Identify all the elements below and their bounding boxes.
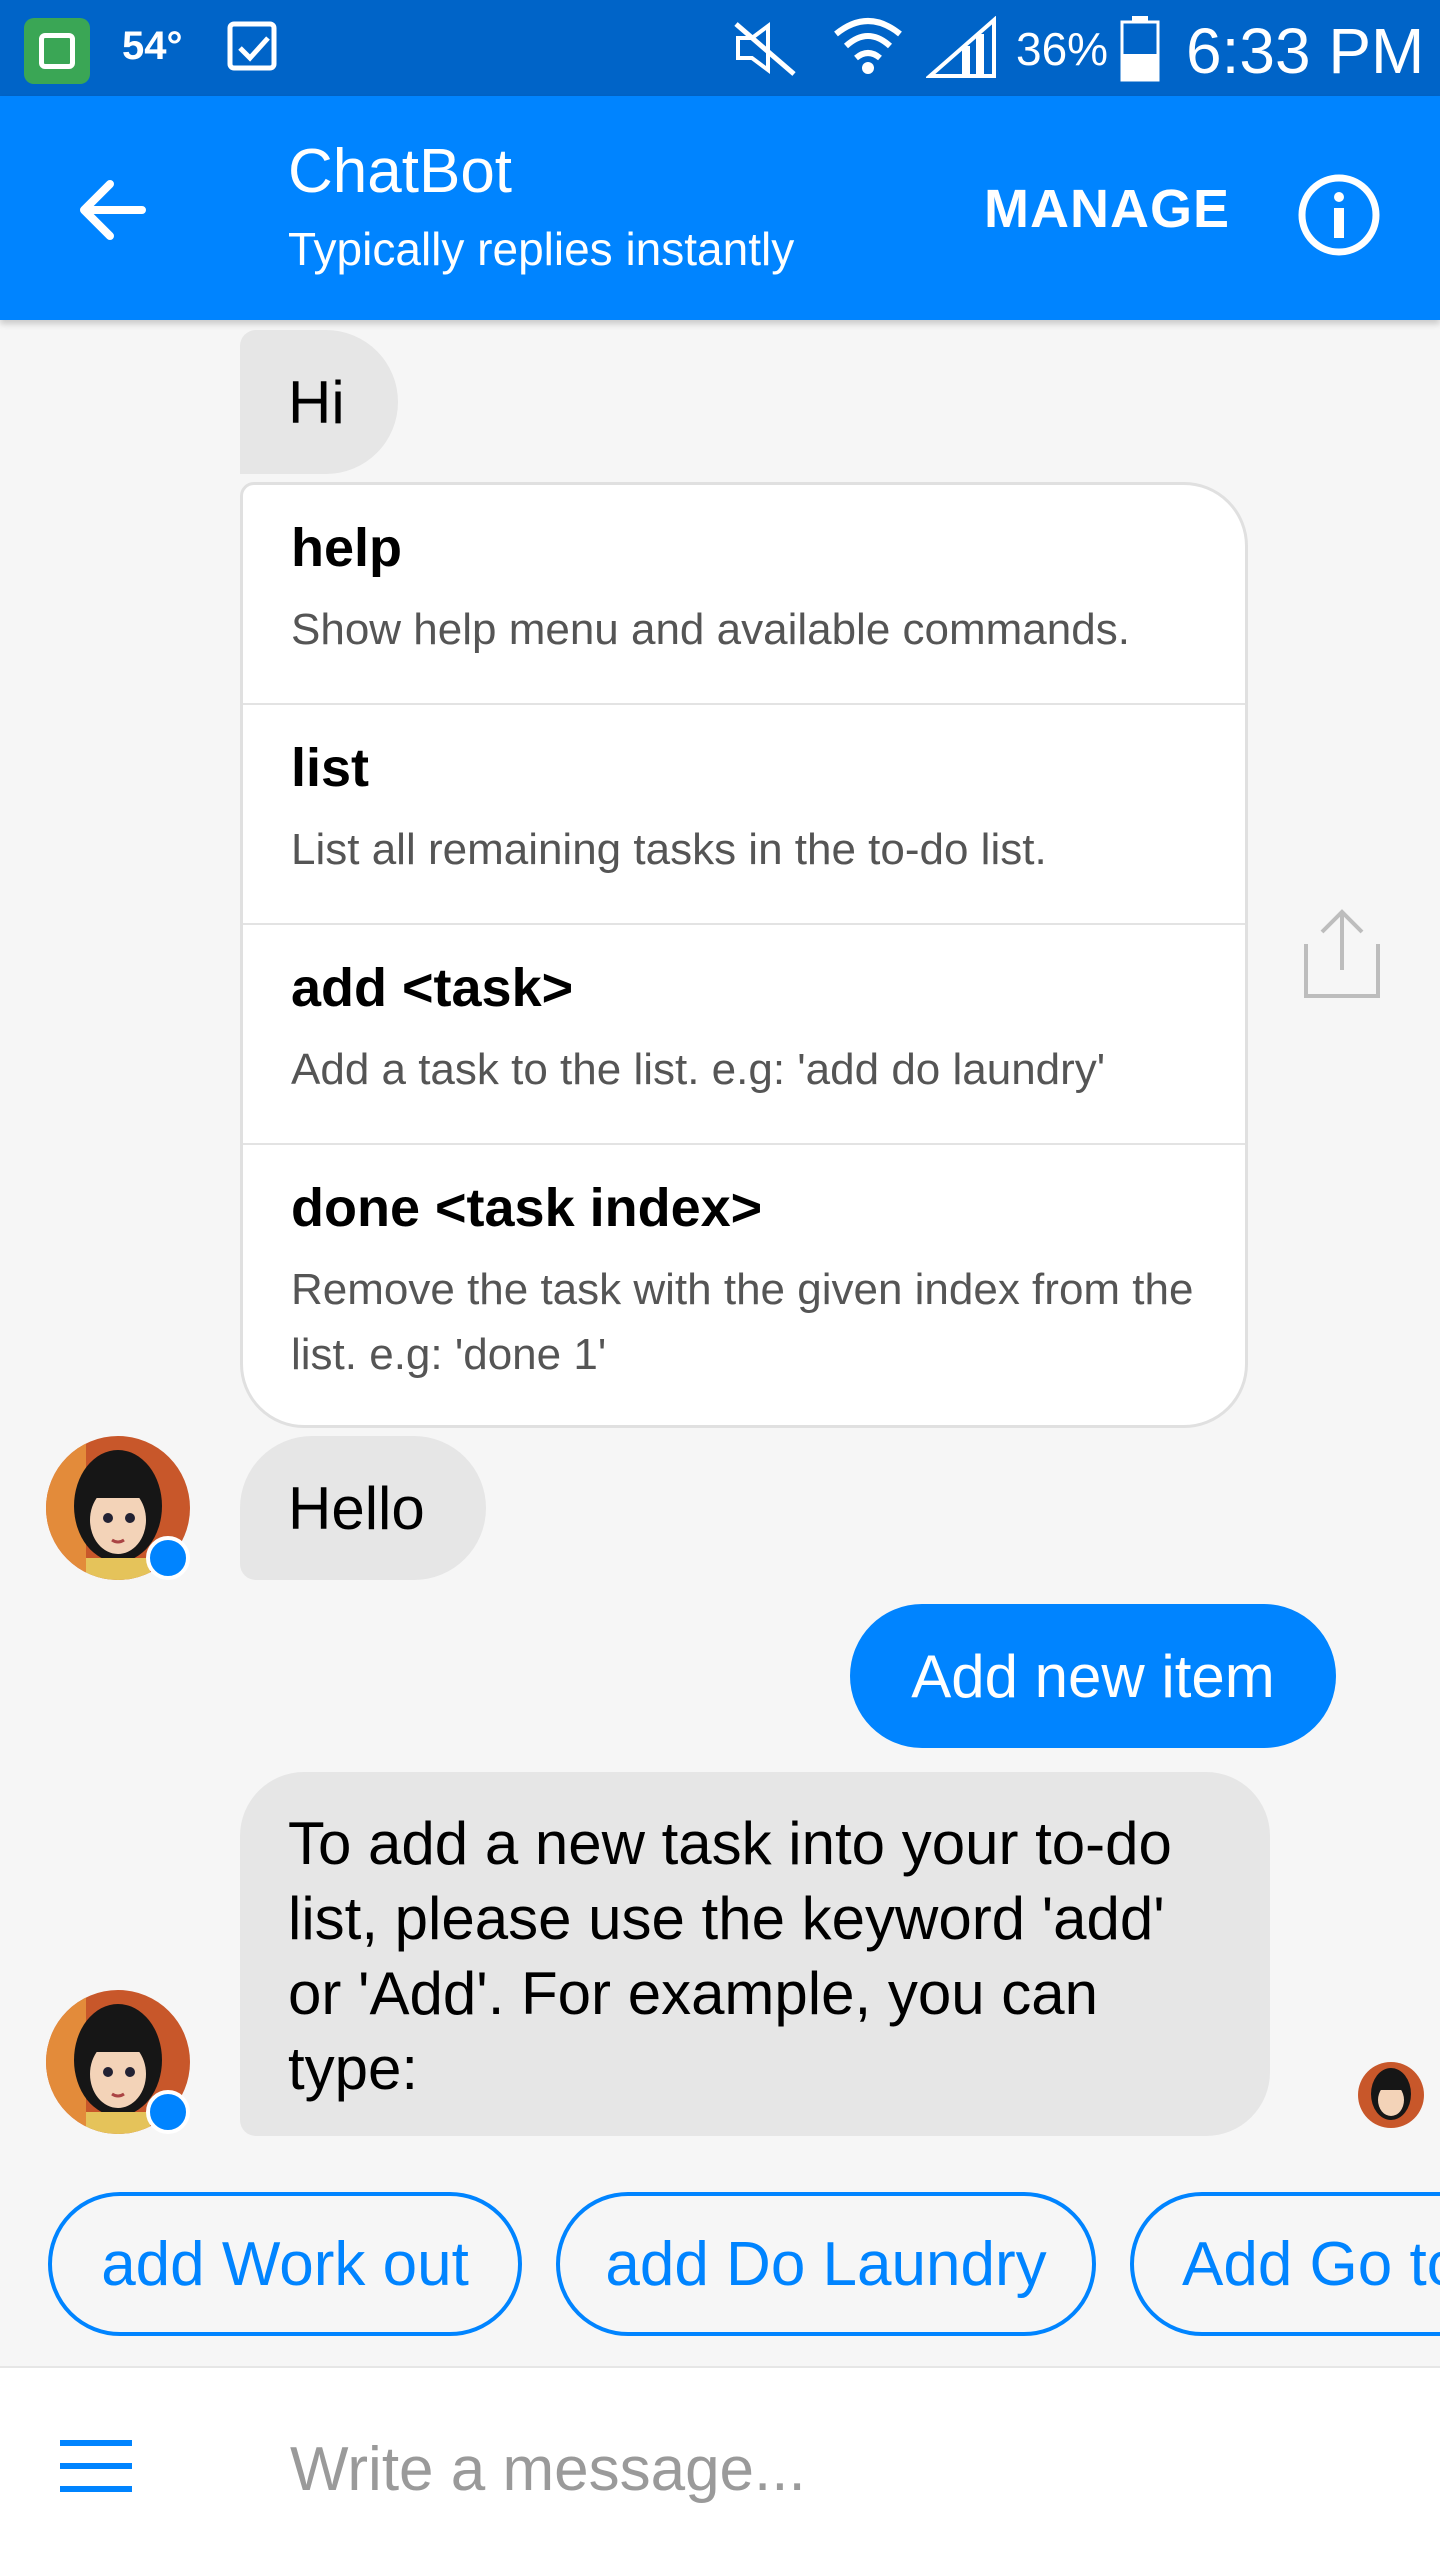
back-arrow-icon xyxy=(80,180,146,240)
temperature-text: 54° xyxy=(122,24,183,68)
signal-icon xyxy=(926,16,996,78)
app-notification-icon xyxy=(24,18,90,84)
chat-subtitle: Typically replies instantly xyxy=(288,223,795,275)
chat-title: ChatBot xyxy=(288,137,513,206)
bot-message-hi: Hi xyxy=(240,330,398,474)
quick-reply-chip[interactable]: Add Go to xyxy=(1130,2192,1440,2336)
bot-message-hello: Hello xyxy=(240,1436,486,1580)
command-name: add <task> xyxy=(291,958,574,1018)
command-name: help xyxy=(291,518,403,578)
read-receipt-avatar xyxy=(1358,2062,1424,2128)
battery-percent: 36% xyxy=(1016,23,1109,75)
status-bar: 54° 36% 6:33 PM xyxy=(0,0,1440,96)
share-icon[interactable] xyxy=(1300,906,1384,1002)
message-input[interactable] xyxy=(288,2424,1388,2514)
command-description: Remove the task with the given index fro… xyxy=(291,1265,1194,1379)
command-description: Show help menu and available commands. xyxy=(291,605,1130,654)
quick-reply-chip[interactable]: add Do Laundry xyxy=(556,2192,1096,2336)
checkbox-icon xyxy=(227,21,277,71)
info-icon[interactable] xyxy=(1296,172,1382,258)
clock: 6:33 PM xyxy=(1186,15,1425,87)
back-button[interactable] xyxy=(64,162,160,258)
command-description: List all remaining tasks in the to-do li… xyxy=(291,825,1047,874)
command-name: done <task index> xyxy=(291,1178,763,1238)
message-composer xyxy=(0,2366,1440,2560)
bot-message-reply: To add a new task into your to-do list, … xyxy=(240,1772,1270,2136)
chat-header: ChatBot Typically replies instantly MANA… xyxy=(0,96,1440,320)
wifi-icon xyxy=(834,18,902,74)
messenger-badge-icon xyxy=(146,2090,190,2134)
command-item-list[interactable]: list List all remaining tasks in the to-… xyxy=(243,705,1245,925)
manage-button[interactable]: MANAGE xyxy=(984,178,1230,240)
quick-reply-chip[interactable]: add Work out xyxy=(48,2192,522,2336)
mute-icon xyxy=(734,22,796,76)
messenger-badge-icon xyxy=(146,1536,190,1580)
quick-replies: add Work out add Do Laundry Add Go to xyxy=(0,2192,1440,2336)
command-item-add[interactable]: add <task> Add a task to the list. e.g: … xyxy=(243,925,1245,1145)
user-message: Add new item xyxy=(850,1604,1336,1748)
commands-card: help Show help menu and available comman… xyxy=(240,482,1248,1428)
battery-icon xyxy=(1120,16,1160,82)
command-item-done[interactable]: done <task index> Remove the task with t… xyxy=(243,1145,1245,1425)
command-name: list xyxy=(291,738,370,798)
menu-icon[interactable] xyxy=(60,2440,132,2492)
command-description: Add a task to the list. e.g: 'add do lau… xyxy=(291,1045,1106,1094)
command-item-help[interactable]: help Show help menu and available comman… xyxy=(243,485,1245,705)
